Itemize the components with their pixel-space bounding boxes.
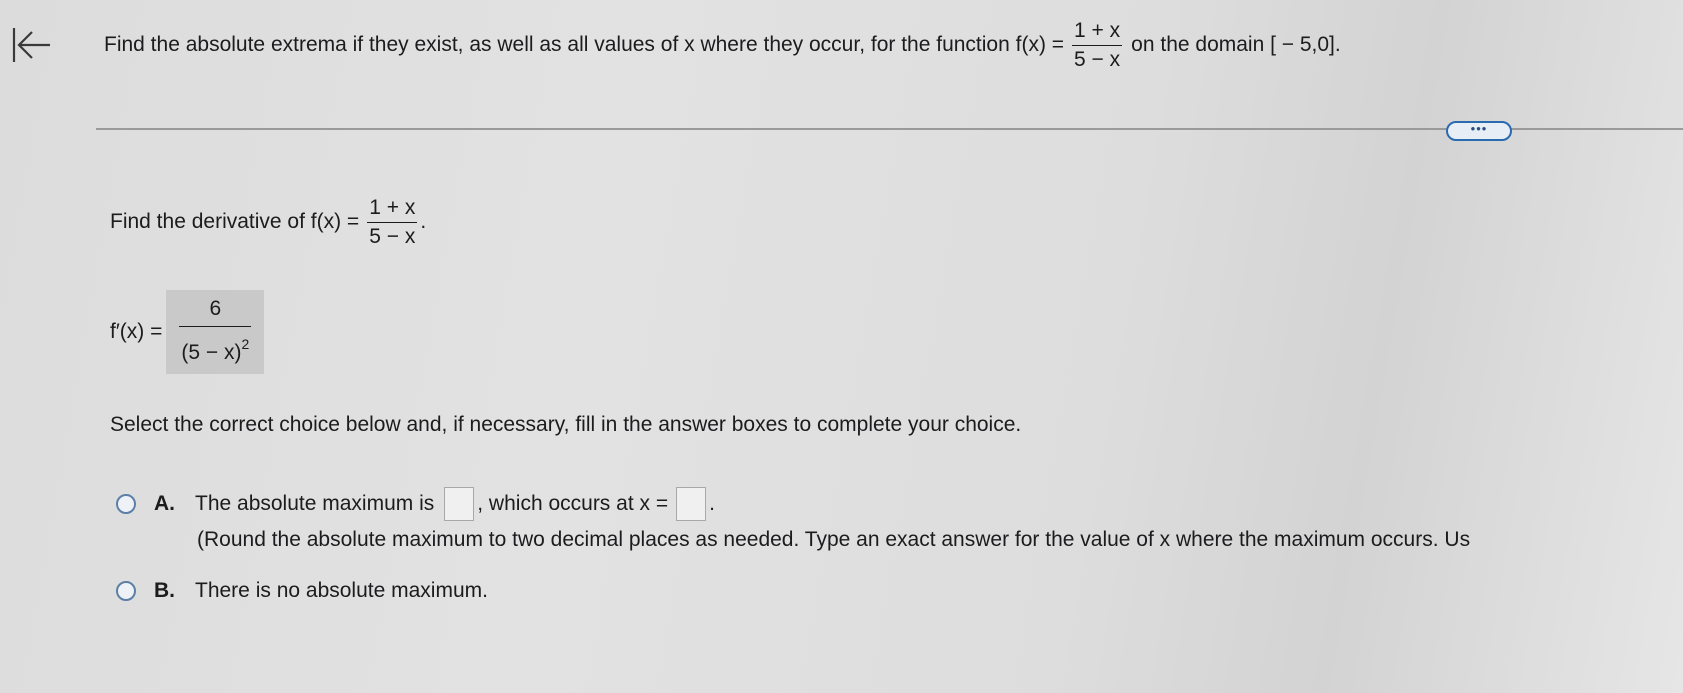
x-value-input[interactable] xyxy=(676,487,707,521)
question-suffix: on the domain [ − 5,0]. xyxy=(1131,33,1341,56)
question-prefix: Find the absolute extrema if they exist,… xyxy=(104,33,1065,56)
absolute-maximum-input[interactable] xyxy=(444,487,475,521)
choice-a[interactable]: A. The absolute maximum is , which occur… xyxy=(116,484,715,524)
question-denominator: 5 − x xyxy=(1072,44,1123,71)
instruction-text: Select the correct choice below and, if … xyxy=(110,413,1022,436)
derivative-exponent: 2 xyxy=(241,336,250,352)
choice-a-radio[interactable] xyxy=(116,494,136,514)
choice-b-radio[interactable] xyxy=(116,581,136,601)
step-text: Find the derivative of f(x) = 1 + x 5 − … xyxy=(110,192,426,252)
question-fraction: 1 + x 5 − x xyxy=(1072,18,1123,71)
choice-a-text-1: The absolute maximum is xyxy=(195,492,435,515)
collapse-left-icon xyxy=(12,28,50,62)
step-numerator: 1 + x xyxy=(369,195,416,219)
choice-b-letter: B. xyxy=(154,579,175,602)
choice-b-text: There is no absolute maximum. xyxy=(195,579,488,602)
choice-a-note: (Round the absolute maximum to two decim… xyxy=(197,528,1471,551)
step-fraction: 1 + x 5 − x xyxy=(367,195,418,248)
question-numerator: 1 + x xyxy=(1074,18,1121,42)
derivative-answer-box: 6 (5 − x)2 xyxy=(166,290,265,374)
choice-b[interactable]: B. There is no absolute maximum. xyxy=(116,575,488,607)
derivative-label: f′(x) = xyxy=(110,320,163,343)
derivative-fraction: 6 (5 − x)2 xyxy=(179,297,252,364)
divider xyxy=(96,128,1683,130)
more-options-button[interactable]: ••• xyxy=(1446,121,1512,141)
derivative-denominator: (5 − x)2 xyxy=(179,326,252,364)
derivative-answer: f′(x) = 6 (5 − x)2 xyxy=(110,286,265,378)
question-text: Find the absolute extrema if they exist,… xyxy=(104,14,1341,76)
choice-a-text-2: , which occurs at x = xyxy=(477,492,669,515)
back-button[interactable] xyxy=(8,22,54,68)
step-suffix: . xyxy=(420,210,427,233)
choice-a-text-3: . xyxy=(709,492,715,515)
step-prefix: Find the derivative of f(x) = xyxy=(110,210,360,233)
derivative-numerator: 6 xyxy=(209,297,222,320)
choice-a-letter: A. xyxy=(154,492,175,515)
derivative-denominator-base: (5 − x) xyxy=(181,341,242,364)
step-denominator: 5 − x xyxy=(367,221,418,248)
